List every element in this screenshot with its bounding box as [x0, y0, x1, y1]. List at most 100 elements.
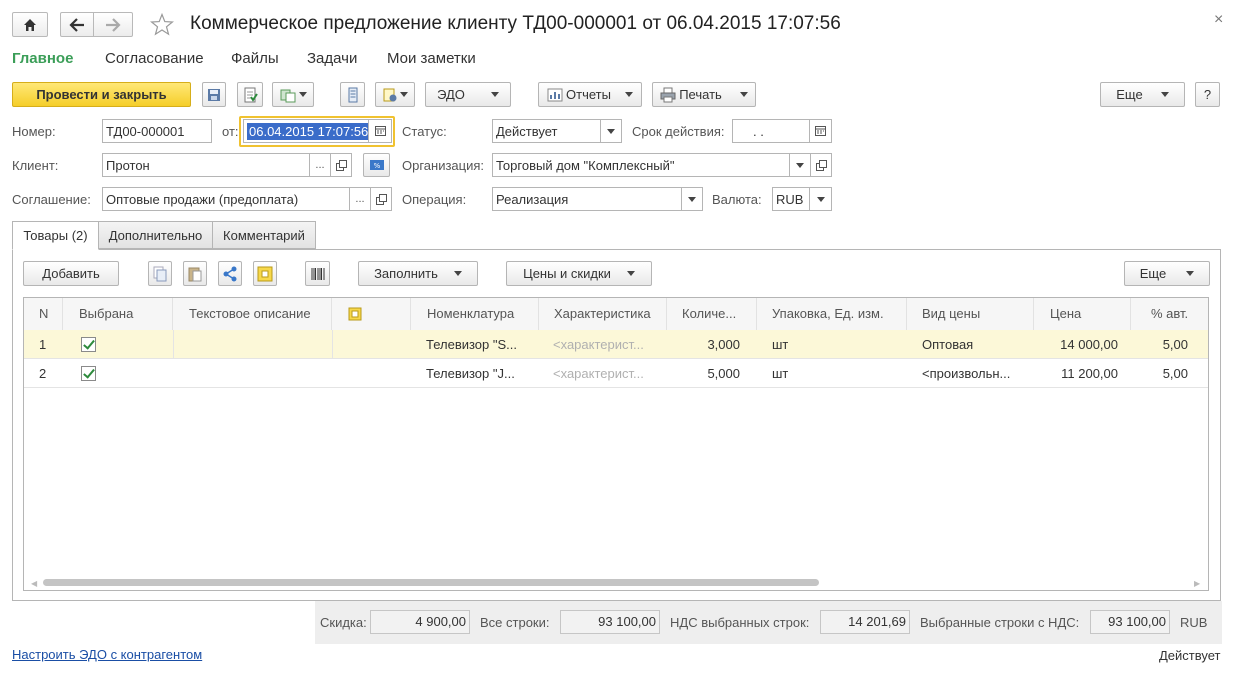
scroll-left-icon[interactable]: ◀	[31, 579, 37, 588]
print-label: Печать	[679, 87, 722, 102]
agreement-select-button[interactable]: ...	[349, 187, 371, 211]
attach-document-icon	[383, 88, 397, 101]
create-based-on-button[interactable]	[272, 82, 314, 107]
post-document-icon	[244, 87, 258, 102]
table-more-button[interactable]: Еще	[1124, 261, 1210, 286]
post-and-close-button[interactable]: Провести и закрыть	[12, 82, 191, 107]
save-button[interactable]	[202, 82, 226, 107]
back-button[interactable]	[60, 12, 94, 37]
print-button[interactable]: Печать	[652, 82, 756, 107]
split-row-button[interactable]	[218, 261, 242, 286]
currency-dropdown-button[interactable]	[809, 187, 832, 211]
checkbox-selected[interactable]	[81, 337, 96, 352]
home-button[interactable]	[12, 12, 48, 37]
chevron-down-icon	[626, 271, 635, 276]
column-header-auto-discount[interactable]: % авт.	[1131, 298, 1208, 330]
more-button[interactable]: Еще	[1100, 82, 1185, 107]
all-rows-value: 93 100,00	[560, 610, 660, 634]
calendar-button[interactable]	[368, 119, 392, 143]
chevron-down-icon	[490, 92, 499, 97]
reports-label: Отчеты	[566, 87, 611, 102]
cell-n: 2	[39, 366, 47, 381]
cell-n: 1	[39, 337, 47, 352]
organization-field[interactable]: Торговый дом "Комплексный"	[492, 153, 790, 177]
paste-button[interactable]	[183, 261, 207, 286]
attachments-button[interactable]	[375, 82, 415, 107]
agreement-field[interactable]: Оптовые продажи (предоплата)	[102, 187, 350, 211]
forward-button[interactable]	[93, 12, 133, 37]
column-header-unit[interactable]: Упаковка, Ед. изм.	[757, 298, 907, 330]
client-field[interactable]: Протон	[102, 153, 310, 177]
menu-main[interactable]: Главное	[12, 50, 73, 67]
organization-open-button[interactable]	[810, 153, 832, 177]
edo-button[interactable]: ЭДО	[425, 82, 511, 107]
table-row[interactable]: 1 Телевизор "S... <характерист... 3,000 …	[24, 330, 1208, 359]
column-header-price-type[interactable]: Вид цены	[907, 298, 1034, 330]
copy-row-button[interactable]	[148, 261, 172, 286]
fill-button[interactable]: Заполнить	[358, 261, 478, 286]
client-open-button[interactable]	[330, 153, 352, 177]
favorite-star-icon[interactable]	[150, 13, 174, 36]
add-button[interactable]: Добавить	[23, 261, 119, 286]
currency-field[interactable]: RUB	[772, 187, 810, 211]
tab-comment[interactable]: Комментарий	[212, 221, 316, 249]
column-header-selected[interactable]: Выбрана	[63, 298, 173, 330]
cell-unit: шт	[772, 337, 789, 352]
column-header-quantity[interactable]: Количе...	[667, 298, 757, 330]
organization-dropdown-button[interactable]	[789, 153, 811, 177]
chevron-down-icon	[796, 162, 804, 168]
structure-button[interactable]	[340, 82, 365, 107]
calendar-icon	[374, 126, 386, 136]
horizontal-scrollbar-thumb[interactable]	[43, 579, 819, 586]
printer-icon	[660, 87, 676, 102]
column-header-price[interactable]: Цена	[1034, 298, 1131, 330]
tab-additional[interactable]: Дополнительно	[98, 221, 213, 249]
scroll-right-icon[interactable]: ▶	[1194, 579, 1200, 588]
agreement-open-button[interactable]	[370, 187, 392, 211]
column-header-nomenclature[interactable]: Номенклатура	[411, 298, 539, 330]
discount-card-icon: %	[369, 160, 384, 170]
client-select-button[interactable]: ...	[309, 153, 331, 177]
goods-table[interactable]: N Выбрана Текстовое описание Номенклатур…	[23, 297, 1209, 591]
validity-calendar-button[interactable]	[809, 119, 832, 143]
client-discount-button[interactable]: %	[363, 153, 390, 177]
column-header-characteristic[interactable]: Характеристика	[539, 298, 667, 330]
tab-goods[interactable]: Товары (2)	[12, 221, 99, 250]
chevron-down-icon	[1160, 92, 1169, 97]
cell-characteristic: <характерист...	[553, 366, 644, 381]
cell-auto-discount: 5,00	[1162, 337, 1188, 352]
number-field[interactable]: ТД00-000001	[102, 119, 212, 143]
prices-discounts-button[interactable]: Цены и скидки	[506, 261, 652, 286]
column-header-set[interactable]	[332, 298, 411, 330]
column-header-n[interactable]: N	[24, 298, 63, 330]
operation-field[interactable]: Реализация	[492, 187, 682, 211]
document-state: Действует	[1159, 648, 1221, 663]
menu-files[interactable]: Файлы	[231, 50, 279, 67]
status-dropdown-button[interactable]	[600, 119, 622, 143]
menu-approval[interactable]: Согласование	[105, 50, 204, 67]
menu-tasks[interactable]: Задачи	[307, 50, 357, 67]
setup-edo-link[interactable]: Настроить ЭДО с контрагентом	[12, 647, 202, 662]
cell-nomenclature: Телевизор "J...	[426, 366, 515, 381]
validity-field[interactable]: . .	[732, 119, 810, 143]
table-row[interactable]: 2 Телевизор "J... <характерист... 5,000 …	[24, 359, 1208, 388]
select-items-button[interactable]	[253, 261, 277, 286]
prices-label: Цены и скидки	[523, 266, 611, 281]
menu-notes[interactable]: Мои заметки	[387, 50, 476, 67]
help-button[interactable]: ?	[1195, 82, 1220, 107]
status-field[interactable]: Действует	[492, 119, 601, 143]
reports-button[interactable]: Отчеты	[538, 82, 642, 107]
barcode-button[interactable]	[305, 261, 330, 286]
cell-price: 11 200,00	[1061, 366, 1118, 381]
checkbox-selected[interactable]	[81, 366, 96, 381]
post-button[interactable]	[237, 82, 263, 107]
currency-label: Валюта:	[712, 192, 762, 207]
floppy-disk-icon	[208, 88, 220, 101]
chevron-down-icon	[624, 92, 633, 97]
arrow-left-icon	[69, 17, 84, 32]
close-icon[interactable]: ×	[1214, 11, 1223, 29]
column-header-text[interactable]: Текстовое описание	[173, 298, 332, 330]
cell-auto-discount: 5,00	[1162, 366, 1188, 381]
operation-dropdown-button[interactable]	[681, 187, 703, 211]
date-field[interactable]: 06.04.2015 17:07:56	[243, 119, 369, 143]
